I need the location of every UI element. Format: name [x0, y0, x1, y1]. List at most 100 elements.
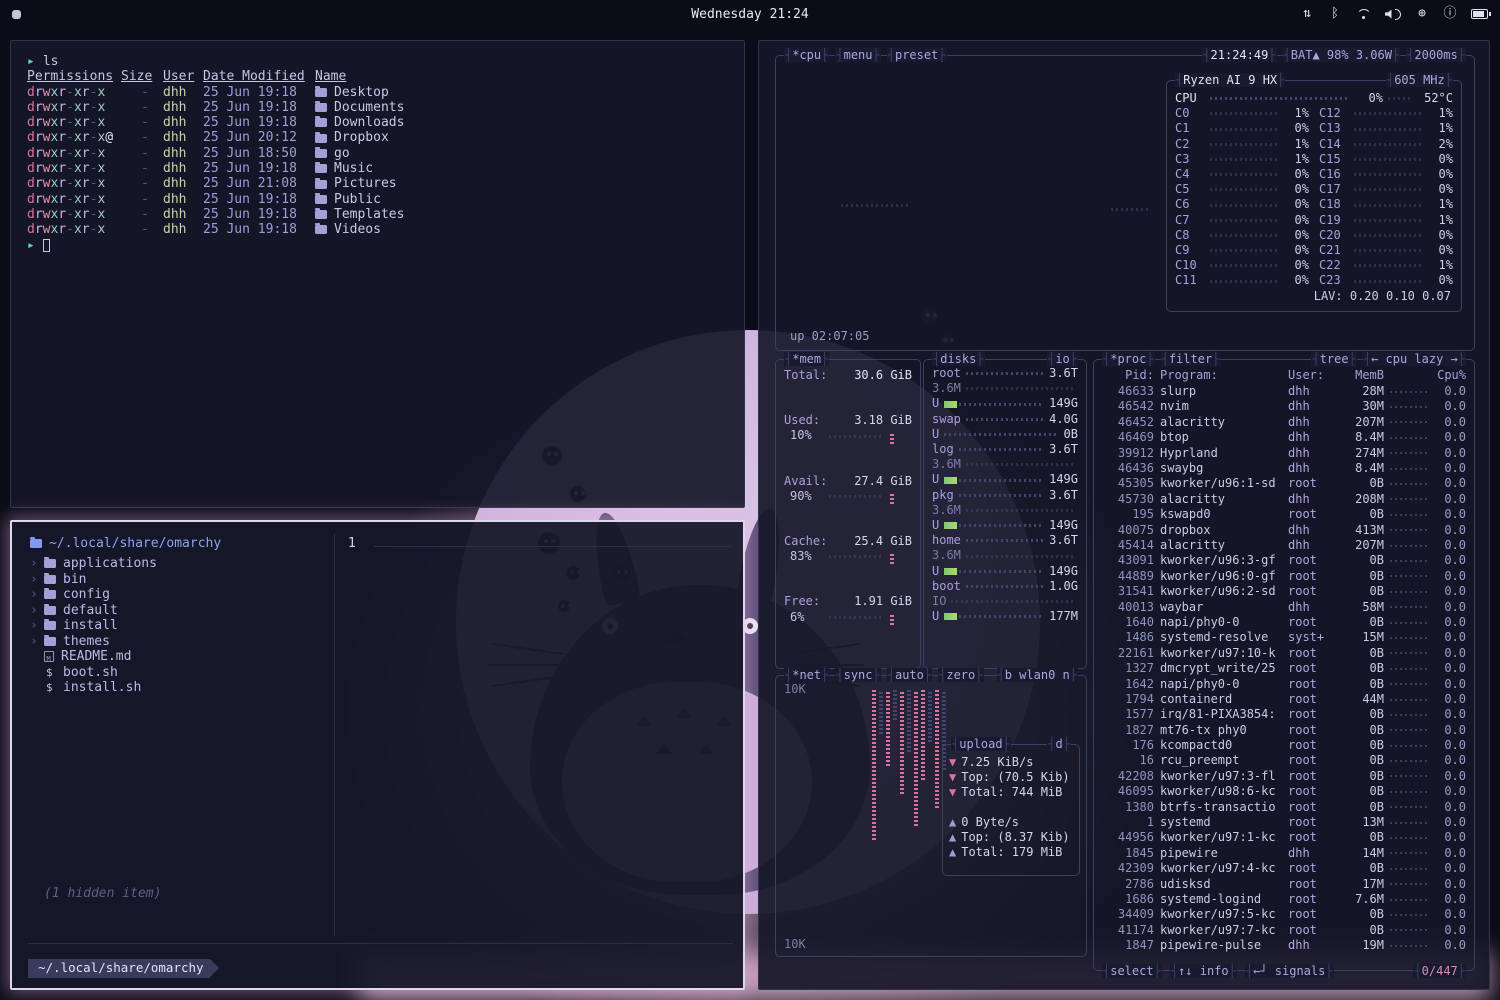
volume-icon[interactable] — [1385, 7, 1401, 21]
process-row[interactable]: 46469 btop dhh 8.4M 0.0 — [1102, 430, 1466, 445]
process-row[interactable]: 1577 irq/81-PIXA3854: root 0B 0.0 — [1102, 707, 1466, 722]
process-row[interactable]: 1642 napi/phy0-0 root 0B 0.0 — [1102, 676, 1466, 691]
cpu-usage-meter — [1390, 483, 1428, 485]
net-zero-button[interactable]: zero — [938, 668, 983, 682]
file-permissions: drwxr-xr-x — [27, 176, 121, 191]
process-row[interactable]: 46633 slurp dhh 28M 0.0 — [1102, 384, 1466, 399]
file-type-icon — [44, 651, 54, 662]
file-tree-item[interactable]: › default — [30, 603, 157, 619]
process-row[interactable]: 1794 containerd root 44M 0.0 — [1102, 692, 1466, 707]
file-tree-item[interactable]: boot.sh — [30, 665, 157, 681]
process-row[interactable]: 176 kcompactd0 root 0B 0.0 — [1102, 738, 1466, 753]
process-row[interactable]: 46095 kworker/u98:6-kc root 0B 0.0 — [1102, 784, 1466, 799]
process-row[interactable]: 2786 udisksd root 17M 0.0 — [1102, 877, 1466, 892]
cpu-usage-meter — [1390, 391, 1428, 393]
process-row[interactable]: 16 rcu_preempt root 0B 0.0 — [1102, 753, 1466, 768]
process-row[interactable]: 1686 systemd-logind root 7.6M 0.0 — [1102, 892, 1466, 907]
file-tree-item[interactable]: install.sh — [30, 680, 157, 696]
terminal-cursor[interactable] — [43, 239, 50, 252]
file-type-icon — [44, 559, 56, 568]
process-row[interactable]: 44956 kworker/u97:1-kc root 0B 0.0 — [1102, 830, 1466, 845]
file-name: Pictures — [315, 176, 744, 191]
process-row[interactable]: 1845 pipewire dhh 14M 0.0 — [1102, 846, 1466, 861]
cpu-usage-meter — [1390, 745, 1428, 747]
battery-icon[interactable] — [1471, 9, 1488, 19]
cpu-usage-meter — [1390, 406, 1428, 408]
disk-entries: root3.6T 3.6M U149G swap4.0G U0B log3.6T… — [932, 366, 1078, 624]
wifi-icon[interactable] — [1356, 7, 1371, 21]
upload-stats: ▲ 0 Byte/s ▲ Top: (8.37 Kib) ▲ Total: 17… — [949, 815, 1073, 861]
process-row[interactable]: 41174 kworker/u97:7-kc root 0B 0.0 — [1102, 923, 1466, 938]
ls-header-date: Date Modified — [203, 69, 315, 84]
network-box-titlebar: *net sync auto zero b wlan0 n — [784, 668, 1078, 682]
file-date: 25 Jun 18:50 — [203, 146, 315, 161]
net-interface[interactable]: b wlan0 n — [997, 668, 1079, 682]
preset-button[interactable]: preset — [887, 48, 947, 62]
process-row[interactable]: 45305 kworker/u96:1-sd root 0B 0.0 — [1102, 476, 1466, 491]
net-scale-bottom: 10K — [784, 937, 806, 952]
file-size: - — [121, 207, 149, 222]
process-row[interactable]: 40013 waybar dhh 58M 0.0 — [1102, 599, 1466, 614]
process-row[interactable]: 1327 dmcrypt_write/25 root 0B 0.0 — [1102, 661, 1466, 676]
mem-stats: Used:3.18 GiB 10% Avail:27.4 GiB 90% Cac… — [784, 413, 912, 625]
file-tree: › applications › bin › config › — [30, 556, 157, 696]
process-row[interactable]: 1847 pipewire-pulse dhh 19M 0.0 — [1102, 938, 1466, 953]
process-row[interactable]: 1640 napi/phy0-0 root 0B 0.0 — [1102, 615, 1466, 630]
file-tree-item[interactable]: › themes — [30, 634, 157, 650]
file-tree-item[interactable]: README.md — [30, 649, 157, 665]
process-footer: select ↑↓ info ←┘ signals 0/447 — [1102, 964, 1466, 978]
core-row: C0 1% — [1175, 106, 1309, 121]
process-row[interactable]: 46436 swaybg dhh 8.4M 0.0 — [1102, 461, 1466, 476]
net-stat-row: ▲ 0 Byte/s — [949, 815, 1073, 830]
process-row[interactable]: 45730 alacritty dhh 208M 0.0 — [1102, 492, 1466, 507]
refresh-interval[interactable]: 2000ms — [1406, 48, 1466, 62]
process-row[interactable]: 42208 kworker/u97:3-fl root 0B 0.0 — [1102, 769, 1466, 784]
process-row[interactable]: 43091 kworker/u96:3-gf root 0B 0.0 — [1102, 553, 1466, 568]
file-tree-item[interactable]: › install — [30, 618, 157, 634]
process-row[interactable]: 31541 kworker/u96:2-sd root 0B 0.0 — [1102, 584, 1466, 599]
menu-button[interactable]: menu — [835, 48, 880, 62]
process-row[interactable]: 46452 alacritty dhh 207M 0.0 — [1102, 415, 1466, 430]
process-row[interactable]: 46542 nvim dhh 30M 0.0 — [1102, 399, 1466, 414]
process-row[interactable]: 1380 btrfs-transactio root 0B 0.0 — [1102, 800, 1466, 815]
net-d-key[interactable]: d — [1047, 737, 1071, 751]
info-button[interactable]: ↑↓ info — [1170, 964, 1237, 978]
signals-button[interactable]: ←┘ signals — [1245, 964, 1334, 978]
disk-entry: log3.6T 3.6M U149G — [932, 442, 1078, 488]
io-mode-button[interactable]: io — [1047, 352, 1078, 366]
info-icon[interactable]: ⓘ — [1443, 7, 1457, 21]
ls-header-permissions: Permissions — [27, 69, 121, 84]
sync-icon[interactable]: ⇅ — [1300, 7, 1314, 21]
file-name: Downloads — [315, 115, 744, 130]
disk-usage-fill — [944, 568, 957, 575]
process-row[interactable]: 40075 dropbox dhh 413M 0.0 — [1102, 523, 1466, 538]
cpu-usage-meter — [1390, 914, 1428, 916]
process-row[interactable]: 1 systemd root 13M 0.0 — [1102, 815, 1466, 830]
disks-title: disks — [932, 352, 985, 366]
process-row[interactable]: 34409 kworker/u97:5-kc root 0B 0.0 — [1102, 907, 1466, 922]
network-icon[interactable]: ⊕ — [1415, 7, 1429, 21]
file-tree-item[interactable]: › bin — [30, 572, 157, 588]
select-button[interactable]: select — [1102, 964, 1162, 978]
filter-button[interactable]: filter — [1161, 352, 1221, 366]
process-row[interactable]: 195 kswapd0 root 0B 0.0 — [1102, 507, 1466, 522]
process-row[interactable]: 22161 kworker/u97:10-k root 0B 0.0 — [1102, 646, 1466, 661]
process-row[interactable]: 42309 kworker/u97:4-kc root 0B 0.0 — [1102, 861, 1466, 876]
process-row[interactable]: 1486 systemd-resolve syst+ 15M 0.0 — [1102, 630, 1466, 645]
file-tree-item-label: themes — [63, 634, 110, 650]
cpu-usage-meter — [1390, 606, 1428, 608]
net-sync-button[interactable]: sync — [835, 668, 880, 682]
file-tree-item[interactable]: › config — [30, 587, 157, 603]
chevron-right-icon: › — [30, 634, 44, 650]
file-tree-item-label: config — [63, 587, 110, 603]
tree-button[interactable]: tree — [1311, 352, 1356, 366]
net-auto-button[interactable]: auto — [887, 668, 932, 682]
sort-selector[interactable]: ← cpu lazy → — [1363, 352, 1466, 366]
process-row[interactable]: 45414 alacritty dhh 207M 0.0 — [1102, 538, 1466, 553]
mem-total-row: Total: 30.6 GiB — [784, 368, 912, 383]
process-row[interactable]: 39912 Hyprland dhh 274M 0.0 — [1102, 446, 1466, 461]
process-row[interactable]: 44889 kworker/u96:0-gf root 0B 0.0 — [1102, 569, 1466, 584]
bluetooth-icon[interactable]: ᛒ — [1328, 7, 1342, 21]
file-tree-item[interactable]: › applications — [30, 556, 157, 572]
process-row[interactable]: 1827 mt76-tx phy0 root 0B 0.0 — [1102, 723, 1466, 738]
